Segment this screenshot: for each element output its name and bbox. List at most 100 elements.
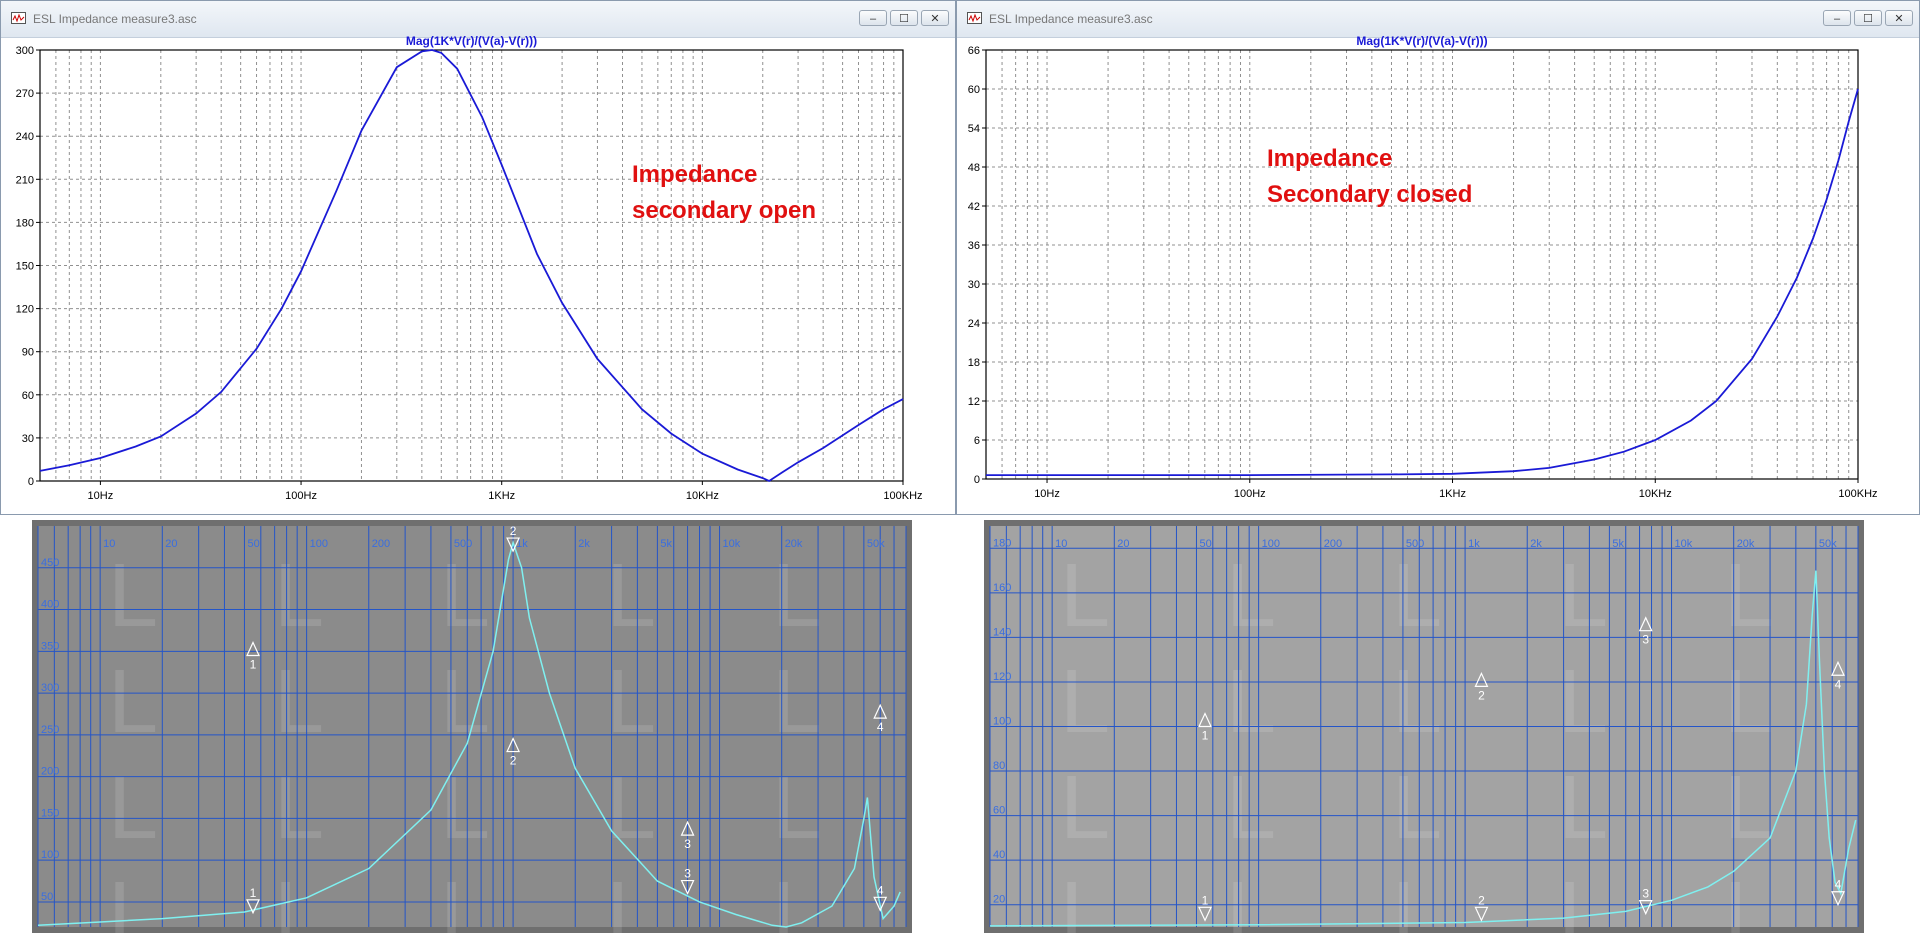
watermark-letter: L (772, 546, 822, 646)
x-tick-label: 10k (723, 538, 741, 550)
watermark-letter: L (1724, 652, 1774, 752)
watermark-letter: L (440, 546, 490, 646)
close-button[interactable]: ✕ (921, 10, 949, 26)
marker-label: 3 (1642, 633, 1649, 647)
watermark-letter: L (1392, 652, 1442, 752)
window-title: ESL Impedance measure3.asc (989, 12, 1153, 26)
x-tick-label: 20k (785, 538, 803, 550)
watermark-letter: L (1724, 864, 1774, 933)
impedance-closed-plot[interactable]: Mag(1K*V(r)/(V(a)-V(r))) 0 6 12 18 24 30 36 42 48… (956, 36, 1920, 514)
watermark-letter: L (440, 758, 490, 858)
y-tick-label: 40 (993, 849, 1005, 861)
y-tick-label: 210 (16, 174, 34, 186)
y-tick-label: 300 (41, 682, 59, 694)
x-tick-label: 100Hz (285, 490, 317, 502)
x-tick-label: 10Hz (88, 490, 114, 502)
watermark-letter: L (1060, 864, 1110, 933)
y-tick-label: 270 (16, 88, 34, 100)
watermark-letter: L (606, 546, 656, 646)
y-tick-label: 12 (968, 396, 980, 408)
analyzer-closed-plot: LLLLLLLLLLLLLLLLLLLL10 20 50 100 200 500 1k 2k 5… (984, 520, 1864, 933)
marker-label: 4 (1835, 677, 1842, 691)
maximize-button[interactable]: ☐ (1854, 10, 1882, 26)
annotation-text: secondary open (632, 197, 816, 224)
x-tick-label: 100KHz (883, 490, 922, 502)
y-tick-label: 100 (41, 849, 59, 861)
annotation-text: Secondary closed (1267, 181, 1472, 208)
annotation-text: Impedance (632, 161, 757, 188)
annotation-text: Impedance (1267, 145, 1392, 172)
marker-label: 4 (877, 720, 884, 734)
y-tick-label: 60 (22, 390, 34, 402)
y-tick-label: 180 (16, 217, 34, 229)
watermark-letter: L (1724, 758, 1774, 858)
watermark-letter: L (606, 864, 656, 933)
watermark-letter: L (1060, 546, 1110, 646)
waveform-app-icon (967, 12, 982, 24)
watermark-letter: L (1060, 758, 1110, 858)
watermark-letter: L (1392, 546, 1442, 646)
watermark-letter: L (440, 652, 490, 752)
impedance-trace (986, 88, 1859, 477)
x-tick-label: 100 (310, 538, 328, 550)
watermark-letter: L (1226, 758, 1276, 858)
title-bar[interactable]: ESL Impedance measure3.asc – ☐ ✕ (1, 1, 955, 38)
y-tick-label: 50 (41, 891, 53, 903)
watermark-letter: L (772, 864, 822, 933)
watermark-letter: L (274, 652, 324, 752)
watermark-letter: L (772, 652, 822, 752)
maximize-button[interactable]: ☐ (890, 10, 918, 26)
watermark-letter: L (1724, 546, 1774, 646)
watermark-letter: L (1392, 758, 1442, 858)
y-tick-label: 60 (968, 84, 980, 96)
y-tick-label: 200 (41, 766, 59, 778)
watermark-letter: L (1558, 864, 1608, 933)
x-tick-label: 10 (103, 538, 115, 550)
y-tick-label: 400 (41, 599, 59, 611)
y-tick-label: 140 (993, 626, 1011, 638)
watermark-letter: L (274, 758, 324, 858)
y-tick-label: 54 (968, 123, 980, 135)
title-bar[interactable]: ESL Impedance measure3.asc – ☐ ✕ (957, 1, 1919, 38)
marker-label: 3 (684, 837, 691, 851)
y-tick-label: 30 (22, 433, 34, 445)
y-tick-label: 100 (993, 716, 1011, 728)
watermark-letter: L (274, 864, 324, 933)
plot-title: Mag(1K*V(r)/(V(a)-V(r))) (1356, 36, 1487, 48)
impedance-open-plot[interactable]: Mag(1K*V(r)/(V(a)-V(r))) 0 30 60 90 120 150 180… (0, 36, 956, 514)
close-button[interactable]: ✕ (1885, 10, 1913, 26)
y-tick-label: 0 (974, 474, 980, 486)
x-tick-label: 10Hz (1034, 488, 1060, 500)
watermark-letter: L (606, 652, 656, 752)
y-tick-label: 120 (16, 304, 34, 316)
y-tick-label: 150 (41, 807, 59, 819)
marker-label: 1 (250, 657, 257, 671)
plot-title: Mag(1K*V(r)/(V(a)-V(r))) (406, 36, 537, 48)
waveform-app-icon (11, 12, 26, 24)
y-tick-label: 150 (16, 261, 34, 273)
watermark-letter: L (108, 864, 158, 933)
y-tick-label: 0 (28, 476, 34, 488)
x-tick-label: 100KHz (1838, 488, 1877, 500)
x-tick-label: 200 (372, 538, 390, 550)
x-tick-label: 1KHz (1439, 488, 1466, 500)
marker-label: 4 (1835, 878, 1842, 892)
x-tick-label: 10KHz (686, 490, 719, 502)
watermark-letter: L (606, 758, 656, 858)
watermark-letter: L (274, 546, 324, 646)
minimize-button[interactable]: – (1823, 10, 1851, 26)
y-tick-label: 36 (968, 240, 980, 252)
y-tick-label: 48 (968, 162, 980, 174)
x-tick-label: 5k (660, 538, 672, 550)
watermark-letter: L (1558, 758, 1608, 858)
y-tick-label: 30 (968, 279, 980, 291)
y-tick-label: 160 (993, 582, 1011, 594)
marker-label: 2 (510, 754, 517, 768)
window-title: ESL Impedance measure3.asc (33, 12, 197, 26)
marker-label: 4 (877, 883, 884, 897)
y-tick-label: 180 (993, 537, 1011, 549)
watermark-letter: L (108, 758, 158, 858)
y-tick-label: 90 (22, 347, 34, 359)
minimize-button[interactable]: – (859, 10, 887, 26)
marker-label: 1 (1202, 729, 1209, 743)
